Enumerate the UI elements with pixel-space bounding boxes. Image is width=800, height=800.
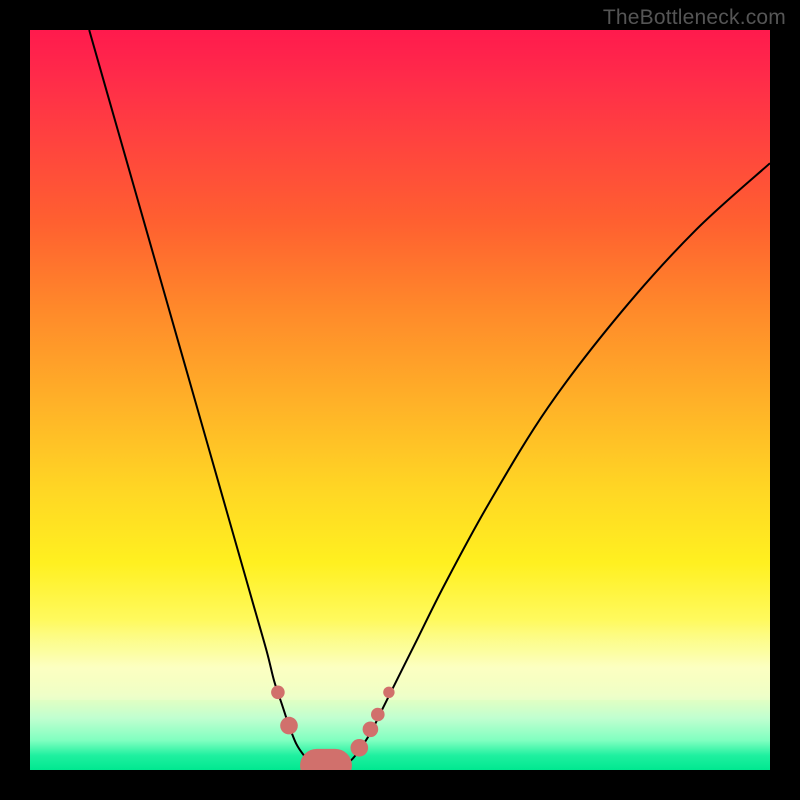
bottleneck-curve xyxy=(89,30,770,770)
chart-container: TheBottleneck.com xyxy=(0,0,800,800)
curve-svg xyxy=(30,30,770,770)
highlight-bar xyxy=(300,749,352,770)
highlight-dot xyxy=(280,717,298,735)
plot-area xyxy=(30,30,770,770)
highlight-dot xyxy=(383,687,394,698)
highlight-dot xyxy=(351,739,369,757)
highlight-dot xyxy=(371,708,385,722)
watermark-text: TheBottleneck.com xyxy=(603,6,786,30)
highlight-bar-group xyxy=(300,749,352,770)
highlight-dot xyxy=(363,722,379,738)
highlight-dot xyxy=(271,686,285,700)
highlight-dots-group xyxy=(271,686,395,757)
